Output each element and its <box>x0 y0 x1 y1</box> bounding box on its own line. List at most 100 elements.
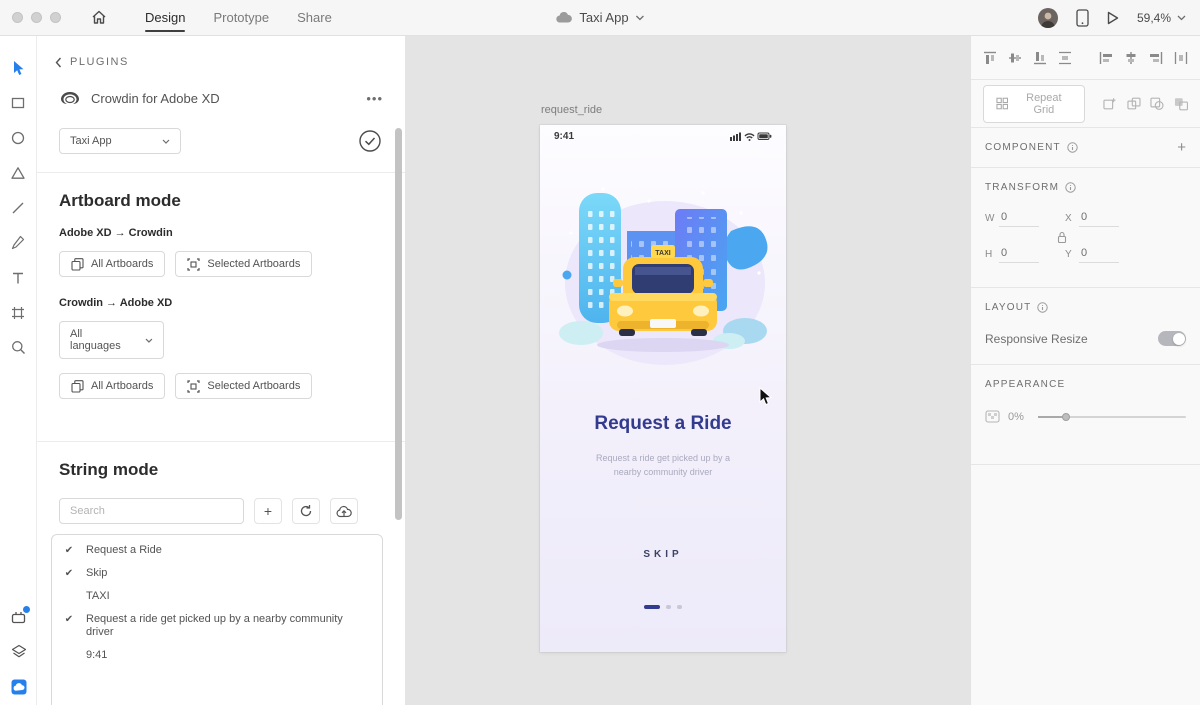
tab-prototype[interactable]: Prototype <box>199 0 283 36</box>
tab-share[interactable]: Share <box>283 0 346 36</box>
align-top-icon[interactable] <box>983 51 997 65</box>
all-artboards-button[interactable]: All Artboards <box>59 251 166 277</box>
device-preview-icon[interactable] <box>1076 8 1089 27</box>
plugins-back-header[interactable]: PLUGINS <box>37 36 405 80</box>
layers-panel-button[interactable] <box>11 644 27 659</box>
rectangle-tool[interactable] <box>0 85 37 120</box>
window-controls[interactable] <box>12 12 61 23</box>
string-list-item[interactable]: ✔ Request a ride get picked up by a near… <box>52 608 382 644</box>
refresh-button[interactable] <box>292 498 320 524</box>
select-tool[interactable] <box>0 50 37 85</box>
zoom-tool[interactable] <box>0 330 37 365</box>
string-list-item[interactable]: TAXI <box>52 585 382 608</box>
home-button[interactable] <box>91 10 107 25</box>
string-list-item[interactable]: ✔ Skip <box>52 562 382 585</box>
lock-aspect-icon[interactable] <box>1057 231 1067 244</box>
languages-select[interactable]: All languages <box>59 321 164 359</box>
string-list-item[interactable]: 9:41 <box>52 644 382 667</box>
rectangle-icon <box>11 97 25 108</box>
screen-title: Request a Ride <box>594 413 732 434</box>
opacity-slider-knob[interactable] <box>1061 412 1070 421</box>
close-window-icon[interactable] <box>12 12 23 23</box>
project-select[interactable]: Taxi App <box>59 128 181 154</box>
plugins-panel: PLUGINS Crowdin for Adobe XD ••• Taxi Ap… <box>37 36 405 705</box>
info-icon[interactable] <box>1037 302 1049 313</box>
subtitle-line-1: Request a ride get picked up by a <box>595 453 731 463</box>
selection-icon <box>187 379 200 393</box>
layout-section: LAYOUT Responsive Resize <box>971 288 1200 365</box>
text-tool[interactable] <box>0 260 37 295</box>
avatar[interactable] <box>1037 7 1058 28</box>
cloud-upload-icon <box>336 505 352 517</box>
opacity-slider[interactable] <box>1037 412 1186 421</box>
page-dot <box>666 605 671 609</box>
play-preview-icon[interactable] <box>1107 11 1119 25</box>
plugins-panel-button[interactable] <box>11 606 30 624</box>
artboard-label[interactable]: request_ride <box>541 104 602 116</box>
minimize-window-icon[interactable] <box>31 12 42 23</box>
add-string-button[interactable]: + <box>254 498 282 524</box>
all-artboards-button-2[interactable]: All Artboards <box>59 373 166 399</box>
plugin-title: Crowdin for Adobe XD <box>91 90 220 106</box>
x-input[interactable]: 0 <box>1079 209 1119 227</box>
align-bottom-icon[interactable] <box>1033 51 1047 65</box>
mask-icon[interactable] <box>1150 97 1164 111</box>
document-title[interactable]: Taxi App <box>555 10 645 25</box>
polygon-icon <box>11 166 25 179</box>
transform-section: TRANSFORM W 0 X 0 H 0 Y 0 <box>971 168 1200 288</box>
page-dot <box>677 605 682 609</box>
properties-panel: Repeat Grid COMPONENT + TRANSFORM W 0 X … <box>970 36 1200 705</box>
taxi-illustration: TAXI <box>559 187 768 365</box>
string-text: Request a ride get picked up by a nearby… <box>86 613 343 638</box>
mouse-cursor <box>759 387 772 406</box>
ellipse-tool[interactable] <box>0 120 37 155</box>
string-list-item[interactable]: ✔ Request a Ride <box>52 539 382 562</box>
artboard-tool[interactable] <box>0 295 37 330</box>
chevron-down-icon <box>636 15 645 20</box>
layout-heading: LAYOUT <box>985 302 1032 313</box>
width-input[interactable]: 0 <box>999 209 1039 227</box>
line-tool[interactable] <box>0 190 37 225</box>
align-left-icon[interactable] <box>1099 51 1113 65</box>
repeat-grid-icon <box>996 97 1009 110</box>
creative-cloud-icon[interactable] <box>11 679 27 695</box>
height-input[interactable]: 0 <box>999 245 1039 263</box>
add-component-button[interactable]: + <box>1177 139 1186 156</box>
info-icon[interactable] <box>1065 182 1076 193</box>
y-input[interactable]: 0 <box>1079 245 1119 263</box>
polygon-tool[interactable] <box>0 155 37 190</box>
distribute-vertical-icon[interactable] <box>1058 51 1072 65</box>
crowdin-logo-icon <box>61 92 79 104</box>
responsive-resize-toggle[interactable] <box>1158 331 1186 346</box>
artboard-request-ride[interactable]: 9:41 TAXI Request a Ride Request a ride … <box>540 125 786 652</box>
info-icon[interactable] <box>1067 142 1078 153</box>
skip-button[interactable]: SKIP <box>540 549 786 560</box>
canvas[interactable]: request_ride 9:41 TAXI Request a Ride Re… <box>405 36 970 705</box>
boolean-ops-icon[interactable] <box>1174 97 1188 111</box>
maximize-window-icon[interactable] <box>50 12 61 23</box>
upload-button[interactable] <box>330 498 358 524</box>
zoom-control[interactable]: 59,4% <box>1137 11 1186 25</box>
settings-check-button[interactable] <box>357 128 383 154</box>
languages-select-value: All languages <box>70 328 121 352</box>
selected-artboards-button[interactable]: Selected Artboards <box>175 251 313 277</box>
selected-artboards-label: Selected Artboards <box>207 258 301 270</box>
align-center-icon[interactable] <box>1124 51 1138 65</box>
search-input[interactable] <box>59 498 244 524</box>
align-right-icon[interactable] <box>1149 51 1163 65</box>
selected-artboards-button-2[interactable]: Selected Artboards <box>175 373 313 399</box>
languages-row: All languages <box>59 321 383 359</box>
plugin-menu-button[interactable]: ••• <box>366 91 383 106</box>
appearance-heading: APPEARANCE <box>985 379 1066 390</box>
add-object-icon[interactable] <box>1103 97 1117 111</box>
repeat-grid-button[interactable]: Repeat Grid <box>983 84 1086 123</box>
tab-design[interactable]: Design <box>131 0 199 36</box>
align-middle-icon[interactable] <box>1008 51 1022 65</box>
copy-icon <box>71 379 84 393</box>
distribute-horizontal-icon[interactable] <box>1174 51 1188 65</box>
string-text: TAXI <box>86 590 110 602</box>
component-section: COMPONENT + <box>971 128 1200 168</box>
group-icon[interactable] <box>1127 97 1141 111</box>
pen-tool[interactable] <box>0 225 37 260</box>
panel-scrollbar[interactable] <box>395 128 402 520</box>
